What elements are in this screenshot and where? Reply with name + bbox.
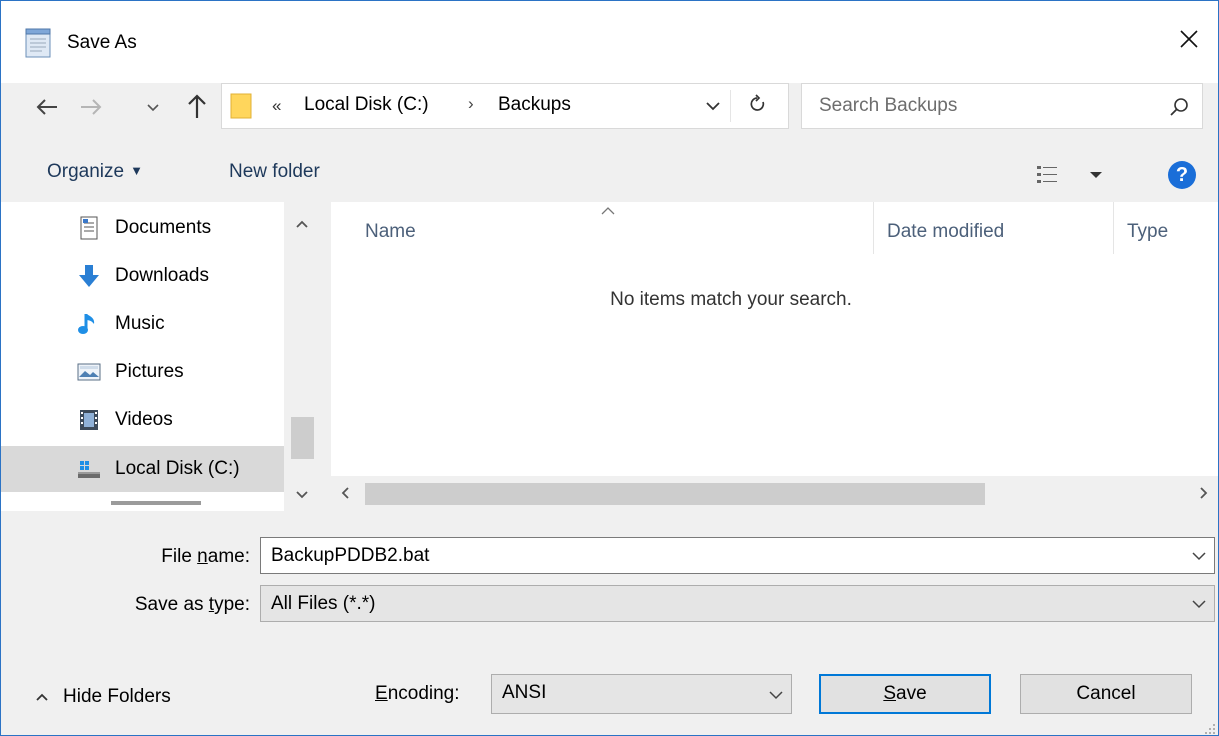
column-header-name[interactable]: Name <box>365 221 416 243</box>
sidebar-item-label: Music <box>115 313 165 334</box>
encoding-select[interactable]: ANSI <box>491 674 792 714</box>
file-name-value[interactable]: BackupPDDB2.bat <box>271 545 429 567</box>
search-icon[interactable] <box>1168 96 1190 118</box>
breadcrumb-local-disk[interactable]: Local Disk (C:) <box>304 94 429 116</box>
save-as-type-select[interactable]: All Files (*.*) <box>260 585 1215 622</box>
save-as-type-value: All Files (*.*) <box>271 593 376 614</box>
label-part: Save as <box>134 594 209 615</box>
chevron-down-icon <box>705 96 721 118</box>
help-button[interactable]: ? <box>1168 161 1196 189</box>
organize-button[interactable]: Organize ▼ <box>47 161 143 183</box>
save-button[interactable]: Save <box>819 674 991 714</box>
organize-label: Organize <box>47 161 125 182</box>
sidebar-item-label: Downloads <box>115 265 209 286</box>
access-key: E <box>375 683 388 704</box>
file-name-field[interactable]: BackupPDDB2.bat <box>260 537 1215 574</box>
forward-button[interactable] <box>77 93 105 121</box>
address-bar[interactable]: « Local Disk (C:) › Backups <box>221 83 789 129</box>
chevron-down-icon[interactable] <box>1190 547 1208 565</box>
sidebar-item-local-disk[interactable]: Local Disk (C:) <box>1 446 284 492</box>
scroll-right-arrow-icon[interactable] <box>1190 481 1218 505</box>
resize-grip-icon[interactable] <box>1202 719 1216 734</box>
chevron-down-icon <box>767 686 785 704</box>
encoding-value: ANSI <box>502 682 547 703</box>
breadcrumb-backups[interactable]: Backups <box>498 94 571 116</box>
sidebar-item-partial[interactable] <box>1 495 284 511</box>
sidebar-item-music[interactable]: Music <box>1 301 284 347</box>
chevron-up-icon <box>35 686 49 701</box>
new-folder-button[interactable]: New folder <box>229 161 320 183</box>
save-label: ave <box>896 683 927 704</box>
sidebar-item-label: Videos <box>115 409 173 430</box>
navigation-pane[interactable]: Documents Downloads Music Pictures Video… <box>1 202 284 511</box>
notepad-icon <box>23 27 53 59</box>
close-icon <box>1179 29 1199 55</box>
sidebar-item-label: Local Disk (C:) <box>115 458 240 479</box>
downloads-icon <box>77 264 101 288</box>
folder-icon <box>230 92 252 120</box>
label-part: ype: <box>214 594 250 615</box>
details-view-icon <box>1037 166 1057 183</box>
sidebar-item-label: Documents <box>115 217 212 238</box>
recent-locations-button[interactable] <box>144 93 162 121</box>
close-button[interactable] <box>1160 19 1218 65</box>
hide-folders-button[interactable]: Hide Folders <box>35 686 171 708</box>
change-view-button[interactable] <box>1035 162 1105 188</box>
address-overflow-button[interactable]: « <box>272 96 281 116</box>
label-part: ncoding: <box>387 683 460 704</box>
organize-caret-icon: ▼ <box>130 163 143 178</box>
refresh-button[interactable] <box>740 92 776 122</box>
sidebar-item-label: Pictures <box>115 361 184 382</box>
window-title: Save As <box>67 32 137 53</box>
column-header-type[interactable]: Type <box>1127 221 1168 243</box>
search-placeholder: Search Backups <box>819 95 958 116</box>
navigation-scrollbar[interactable] <box>284 202 321 511</box>
up-button[interactable] <box>184 91 210 121</box>
column-divider[interactable] <box>1113 202 1114 254</box>
documents-icon <box>77 216 101 240</box>
title-bar: Save As <box>1 1 1218 83</box>
label-part: ame: <box>207 546 250 567</box>
sort-ascending-icon <box>599 202 617 216</box>
refresh-icon <box>749 94 767 120</box>
sidebar-item-documents[interactable]: Documents <box>1 205 284 251</box>
sidebar-item-videos[interactable]: Videos <box>1 397 284 443</box>
file-list-horizontal-scrollbar[interactable] <box>331 476 1218 511</box>
scroll-left-arrow-icon[interactable] <box>331 481 359 505</box>
scrollbar-thumb[interactable] <box>365 483 985 505</box>
views-caret-icon <box>1090 172 1102 178</box>
breadcrumb-separator[interactable]: › <box>468 94 474 114</box>
cut-off-item-text <box>111 501 201 505</box>
videos-icon <box>77 408 101 432</box>
sidebar-item-downloads[interactable]: Downloads <box>1 253 284 299</box>
access-key: n <box>197 546 208 567</box>
file-name-label: File name: <box>101 546 250 568</box>
empty-list-message: No items match your search. <box>610 289 852 310</box>
pictures-icon <box>77 360 101 384</box>
label-part: File <box>161 546 198 567</box>
scroll-up-arrow-icon[interactable] <box>290 214 314 234</box>
scrollbar-thumb[interactable] <box>291 417 314 459</box>
back-button[interactable] <box>33 93 61 121</box>
save-as-type-label: Save as type: <box>101 594 250 616</box>
encoding-label: Encoding: <box>375 683 460 705</box>
command-toolbar: Organize ▼ New folder ? <box>1 148 1218 202</box>
chevron-down-icon <box>1190 595 1208 613</box>
sidebar-item-pictures[interactable]: Pictures <box>1 349 284 395</box>
address-dropdown-button[interactable] <box>698 94 728 120</box>
music-icon <box>77 312 101 336</box>
cancel-button[interactable]: Cancel <box>1020 674 1192 714</box>
column-divider[interactable] <box>873 202 874 254</box>
local-disk-icon <box>77 457 101 481</box>
save-as-dialog: Save As « Local Disk (C:) › Backups Sear… <box>0 0 1219 736</box>
access-key: S <box>883 683 897 704</box>
search-input[interactable]: Search Backups <box>801 83 1203 129</box>
scroll-down-arrow-icon[interactable] <box>290 485 314 505</box>
hide-folders-label: Hide Folders <box>63 686 171 707</box>
column-header-date-modified[interactable]: Date modified <box>887 221 1004 243</box>
address-divider <box>730 90 731 122</box>
file-list[interactable]: Name Date modified Type No items match y… <box>331 202 1218 476</box>
